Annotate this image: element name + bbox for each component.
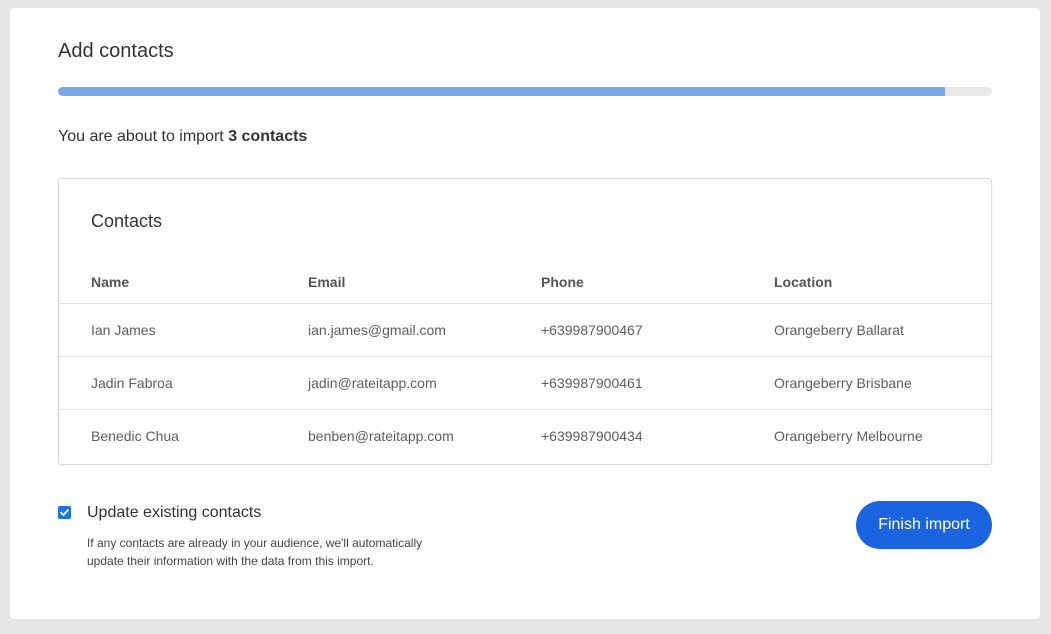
import-card: Add contacts You are about to import 3 c… <box>10 8 1040 619</box>
cell-name: Benedic Chua <box>91 428 179 444</box>
finish-import-button[interactable]: Finish import <box>856 501 992 549</box>
update-existing-label[interactable]: Update existing contacts <box>87 504 261 522</box>
table-row: Benedic Chua benben@rateitapp.com +63998… <box>59 409 991 462</box>
column-header-phone: Phone <box>541 274 584 290</box>
table-row: Ian James ian.james@gmail.com +639987900… <box>59 303 991 356</box>
column-header-name: Name <box>91 274 130 290</box>
column-header-location: Location <box>774 274 833 290</box>
page-title: Add contacts <box>58 40 174 62</box>
contacts-table-title: Contacts <box>91 211 163 231</box>
table-row: Jadin Fabroa jadin@rateitapp.com +639987… <box>59 356 991 409</box>
progress-fill <box>58 87 946 96</box>
cell-location: Orangeberry Brisbane <box>774 375 912 391</box>
cell-phone: +639987900461 <box>541 375 643 391</box>
import-summary: You are about to import 3 contacts <box>58 128 307 146</box>
contacts-table-panel: Contacts Name Email Phone Location Ian J… <box>58 178 992 465</box>
cell-phone: +639987900467 <box>541 322 643 338</box>
cell-phone: +639987900434 <box>541 428 643 444</box>
update-existing-help-text: If any contacts are already in your audi… <box>87 536 423 568</box>
checkmark-icon <box>60 509 69 516</box>
cell-location: Orangeberry Melbourne <box>774 428 923 444</box>
cell-name: Ian James <box>91 322 156 338</box>
column-header-email: Email <box>308 274 346 290</box>
summary-count: 3 contacts <box>228 128 308 145</box>
update-existing-checkbox[interactable] <box>58 506 71 519</box>
import-progress-bar <box>58 87 992 96</box>
table-header-row: Name Email Phone Location <box>59 271 991 293</box>
cell-email: benben@rateitapp.com <box>308 428 454 444</box>
summary-prefix: You are about to import <box>58 128 229 145</box>
cell-email: jadin@rateitapp.com <box>308 375 437 391</box>
cell-name: Jadin Fabroa <box>91 375 173 391</box>
cell-location: Orangeberry Ballarat <box>774 322 904 338</box>
cell-email: ian.james@gmail.com <box>308 322 446 338</box>
